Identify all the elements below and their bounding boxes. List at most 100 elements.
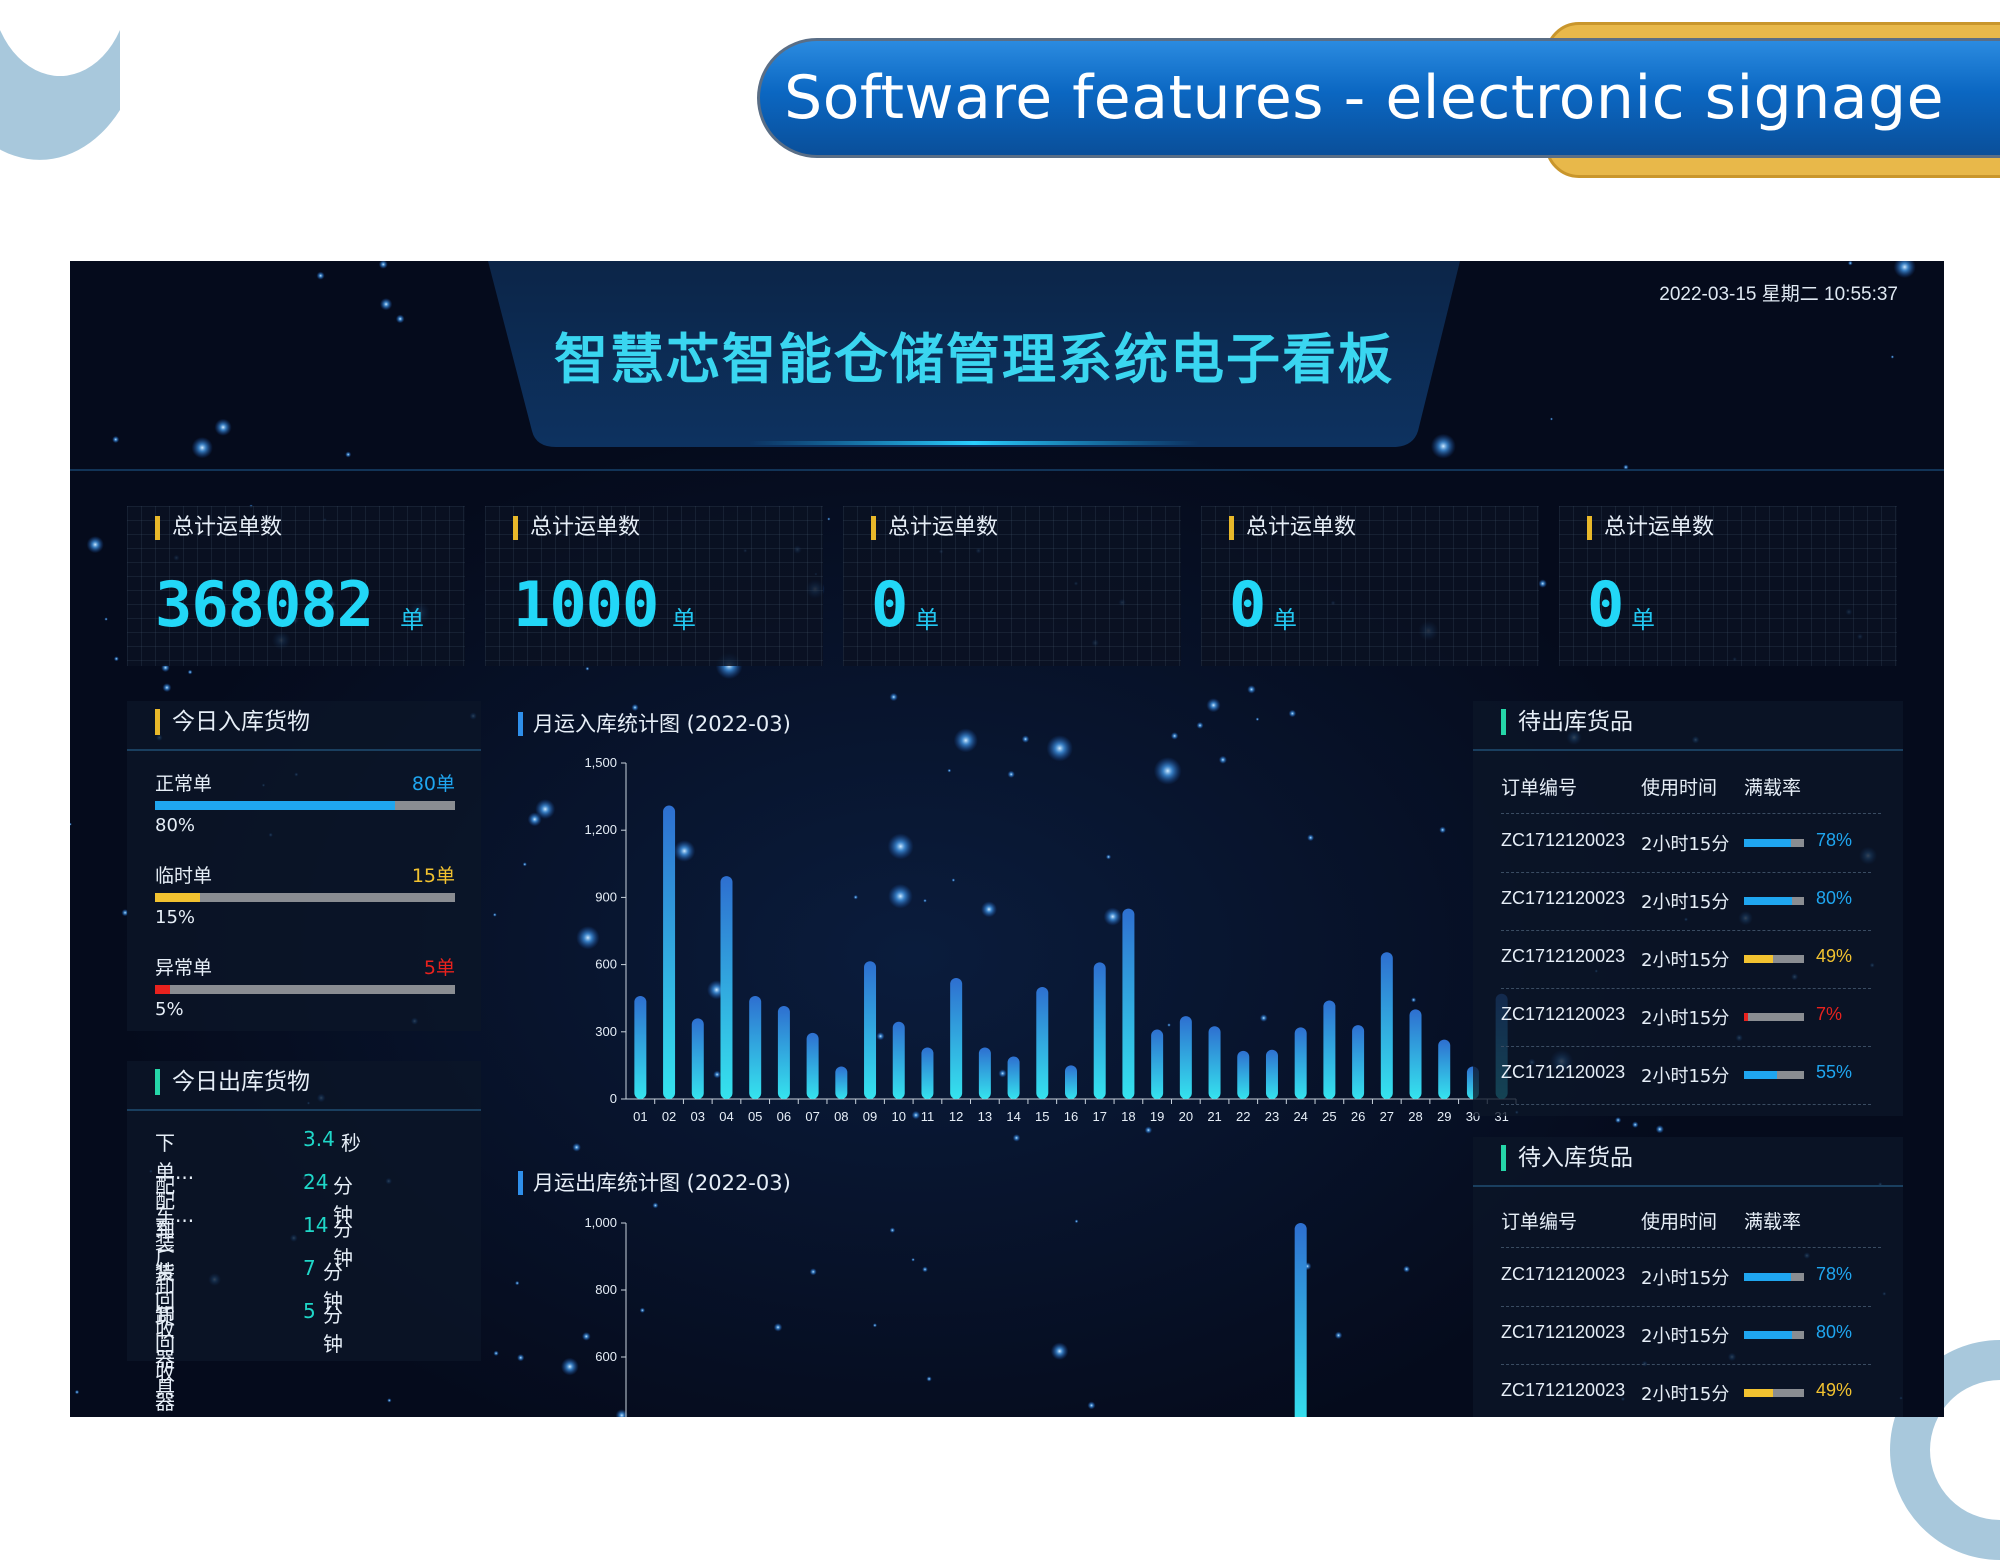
bar — [1036, 987, 1049, 1099]
outbound-value: 5 — [303, 1299, 316, 1323]
panel-title: 待出库货品 — [1501, 709, 1633, 735]
star — [379, 298, 393, 311]
usage-time: 2小时15分 — [1641, 950, 1730, 971]
usage-time: 2小时15分 — [1641, 1384, 1730, 1405]
star — [113, 656, 119, 662]
load-rate: 7% — [1816, 1004, 1843, 1024]
pending-outbound-panel: 待出库货品 订单编号 使用时间 满载率 ZC1712120023 2小时15分 78… — [1473, 701, 1903, 1116]
star — [74, 1389, 80, 1395]
progress-count: 15单 — [411, 865, 455, 887]
table-row: ZC1712120023 2小时15分 78% — [1501, 1248, 1871, 1307]
y-tick-label: 1,200 — [584, 822, 617, 837]
star — [1615, 1117, 1622, 1124]
column-header: 使用时间 — [1641, 777, 1718, 799]
x-tick-label: 19 — [1150, 1109, 1164, 1124]
bar — [950, 978, 963, 1099]
usage-time: 2小时15分 — [1641, 892, 1730, 913]
star — [191, 437, 213, 459]
star — [104, 617, 108, 621]
stat-card: 总计运单数 0 单 — [843, 506, 1181, 666]
y-tick-label: 300 — [595, 1024, 617, 1039]
outbound-value: 24 — [303, 1170, 329, 1194]
outbound-name: 卸回收器具 — [155, 1303, 175, 1414]
star — [1550, 417, 1553, 421]
x-tick-label: 22 — [1236, 1109, 1250, 1124]
star — [1538, 579, 1547, 588]
table-row: ZC1712120023 2小时15分 78% — [1501, 814, 1871, 873]
y-tick-label: 1,000 — [584, 1215, 617, 1230]
star — [387, 1398, 392, 1403]
x-tick-label: 12 — [949, 1109, 963, 1124]
pending-inbound-panel: 待入库货品 订单编号 使用时间 满载率 ZC1712120023 2小时15分 78… — [1473, 1137, 1903, 1417]
x-tick-label: 21 — [1207, 1109, 1221, 1124]
load-rate-bar — [1744, 1071, 1804, 1079]
x-tick-label: 01 — [633, 1109, 647, 1124]
panel-divider — [1473, 749, 1903, 751]
load-rate-fill — [1744, 1389, 1774, 1397]
star — [1631, 1121, 1639, 1128]
outbound-value: 3.4 — [303, 1127, 335, 1151]
bar — [1438, 1039, 1451, 1099]
bar — [921, 1047, 934, 1099]
x-tick-label: 11 — [921, 1109, 935, 1124]
bar — [1294, 1027, 1307, 1099]
table-row: ZC1712120023 2小时15分 49% — [1501, 1364, 1871, 1417]
inbound-chart-title: 月运入库统计图 (2022-03) — [518, 712, 791, 736]
stat-label: 总计运单数 — [155, 516, 282, 540]
y-tick-label: 600 — [595, 1349, 617, 1364]
star — [652, 1202, 659, 1209]
outbound-today-panel: 今日出库货物 下单...配车 3.4 秒 配车...装货 24 分钟 到厂卸货 … — [127, 1061, 481, 1414]
x-tick-label: 05 — [748, 1109, 762, 1124]
star — [345, 451, 352, 458]
column-header: 满载率 — [1744, 1211, 1802, 1233]
outbound-unit: 秒 — [341, 1131, 361, 1155]
x-tick-label: 18 — [1121, 1109, 1135, 1124]
bar — [1208, 1026, 1221, 1099]
table-header: 订单编号 使用时间 满载率 — [1501, 1207, 1881, 1248]
outbound-value: 7 — [303, 1256, 316, 1280]
x-tick-label: 13 — [978, 1109, 992, 1124]
x-tick-label: 15 — [1035, 1109, 1049, 1124]
star — [1196, 721, 1204, 729]
load-rate: 55% — [1816, 1062, 1853, 1082]
load-rate-bar — [1744, 1389, 1804, 1397]
x-tick-label: 14 — [1006, 1109, 1020, 1124]
star — [1288, 709, 1297, 718]
outbound-bar-chart: 600 800 1,000 — [584, 1215, 1307, 1417]
bar — [749, 995, 762, 1099]
bar — [978, 1047, 991, 1099]
x-tick-label: 17 — [1092, 1109, 1106, 1124]
load-rate-fill — [1744, 1071, 1777, 1079]
bar — [777, 1006, 790, 1099]
x-tick-label: 23 — [1265, 1109, 1279, 1124]
table-row: ZC1712120023 2小时15分 7% — [1501, 988, 1871, 1047]
y-tick-label: 800 — [595, 1282, 617, 1297]
progress-fill — [155, 801, 395, 810]
star — [316, 271, 325, 280]
load-rate-fill — [1744, 1331, 1792, 1339]
order-number: ZC1712120023 — [1501, 888, 1626, 908]
table-row: ZC1712120023 2小时15分 55% — [1501, 1046, 1871, 1105]
stat-label: 总计运单数 — [1587, 516, 1714, 540]
table-row: ZC1712120023 2小时15分 49% — [1501, 930, 1871, 989]
star — [492, 912, 497, 917]
panel-divider — [127, 1109, 481, 1111]
progress-name: 异常单 — [155, 957, 213, 979]
star — [1021, 735, 1030, 743]
star — [70, 822, 72, 826]
progress-percent: 5% — [155, 999, 184, 1020]
x-tick-label: 25 — [1322, 1109, 1336, 1124]
dashboard-screen: 智慧芯智能仓储管理系统电子看板 2022-03-15 星期二 10:55:37 … — [70, 261, 1944, 1417]
star — [1170, 732, 1179, 740]
load-rate-bar — [1744, 1273, 1804, 1281]
progress-bar — [155, 801, 455, 810]
bar — [1237, 1050, 1250, 1099]
load-rate-fill — [1744, 1273, 1791, 1281]
panel-title: 今日出库货物 — [155, 1069, 310, 1095]
stat-value: 0 — [1229, 568, 1266, 641]
star — [572, 1142, 581, 1152]
table-row: ZC1712120023 2小时15分 80% — [1501, 872, 1871, 931]
load-rate-fill — [1744, 955, 1774, 963]
load-rate-fill — [1744, 897, 1792, 905]
x-tick-label: 06 — [777, 1109, 791, 1124]
